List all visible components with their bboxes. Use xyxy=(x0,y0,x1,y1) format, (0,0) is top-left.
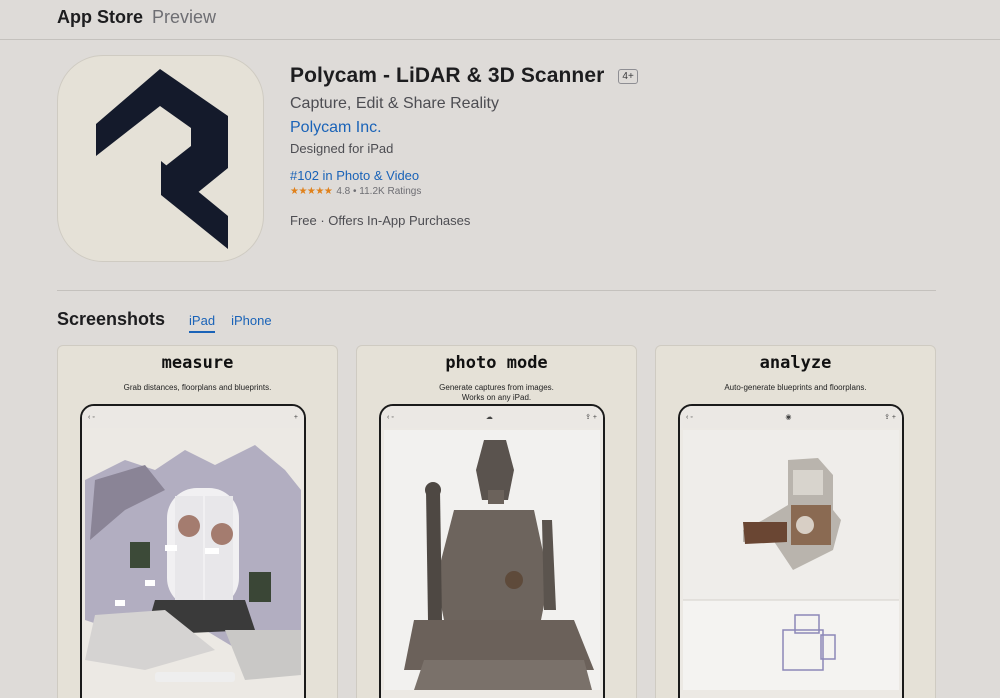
tab-iphone[interactable]: iPhone xyxy=(231,313,271,331)
tablet-mockup: ‹ ◦ ☁ ⇪ + ▭▢▱ xyxy=(379,404,605,698)
designed-for: Designed for iPad xyxy=(290,141,394,156)
app-info: Polycam - LiDAR & 3D Scanner 4+ Capture,… xyxy=(290,64,638,228)
screenshots-title: Screenshots xyxy=(57,309,166,329)
floorplan-scene-image xyxy=(683,430,899,690)
brand-preview: Preview xyxy=(152,7,217,27)
screenshots-header: Screenshots iPad iPhone xyxy=(57,309,272,333)
category-rank-link[interactable]: #102 in Photo & Video xyxy=(290,168,638,183)
developer-link[interactable]: Polycam Inc. xyxy=(290,119,638,137)
rating-stars-icon: ★★★★★ xyxy=(290,186,333,197)
screenshot-card-analyze[interactable]: analyze Auto-generate blueprints and flo… xyxy=(655,345,936,698)
share-icon: ⇪ + xyxy=(884,414,896,421)
app-subtitle: Capture, Edit & Share Reality xyxy=(290,95,499,112)
measure-scene-image xyxy=(85,430,301,690)
brand-app-store: App Store xyxy=(57,7,144,27)
card-title: measure xyxy=(161,353,234,373)
tablet-toolbar: ‹ ◦ ◉ ⇪ + xyxy=(680,406,902,428)
screenshot-card-measure[interactable]: measure Grab distances, floorplans and b… xyxy=(57,345,338,698)
screenshot-card-photo-mode[interactable]: photo mode Generate captures from images… xyxy=(356,345,637,698)
title-row: Polycam - LiDAR & 3D Scanner 4+ xyxy=(290,64,638,88)
card-subtitle-line: Generate captures from images. xyxy=(439,383,554,392)
eye-icon: ◉ xyxy=(785,414,792,421)
tablet-toolbar: ‹ ◦ ☁ ⇪ + xyxy=(381,406,603,428)
rating-value: 4.8 xyxy=(336,186,351,197)
card-title: analyze xyxy=(759,353,832,373)
card-subtitle-line: Works on any iPad. xyxy=(461,393,532,402)
card-title: photo mode xyxy=(445,353,548,373)
brand[interactable]: App Store Preview xyxy=(57,7,216,28)
price-info: Free · Offers In-App Purchases xyxy=(290,213,471,228)
tablet-mockup: ‹ ◦ ◉ ⇪ + ▭▢▱ xyxy=(678,404,904,698)
age-rating-badge: 4+ xyxy=(618,68,638,84)
app-title: Polycam - LiDAR & 3D Scanner xyxy=(290,64,605,87)
top-bar: App Store Preview xyxy=(0,0,1000,40)
share-icon: ⇪ + xyxy=(585,414,597,421)
ratings-count: 11.2K Ratings xyxy=(359,186,422,197)
back-icon: ‹ ◦ xyxy=(88,413,95,421)
statue-scene-image xyxy=(384,430,600,690)
back-icon: ‹ ◦ xyxy=(387,413,394,421)
card-subtitle-line: Auto-generate blueprints and floorplans. xyxy=(724,383,867,392)
tablet-toolbar: ‹ ◦ + xyxy=(82,406,304,428)
back-icon: ‹ ◦ xyxy=(686,413,693,421)
card-subtitle: Grab distances, floorplans and blueprint… xyxy=(58,383,337,393)
tab-ipad[interactable]: iPad xyxy=(189,313,216,333)
tablet-mockup: ‹ ◦ + xyxy=(80,404,306,698)
polycam-logo-icon xyxy=(96,69,228,249)
app-icon xyxy=(57,55,264,262)
card-subtitle-line: Grab distances, floorplans and blueprint… xyxy=(123,383,272,392)
rating-separator: • xyxy=(350,186,360,197)
section-divider xyxy=(57,290,936,291)
plus-icon: + xyxy=(293,413,298,421)
card-subtitle: Generate captures from images. Works on … xyxy=(357,383,636,403)
cloud-icon: ☁ xyxy=(485,414,493,421)
card-subtitle: Auto-generate blueprints and floorplans. xyxy=(656,383,935,393)
rating-row: ★★★★★ 4.8 • 11.2K Ratings xyxy=(290,186,638,197)
